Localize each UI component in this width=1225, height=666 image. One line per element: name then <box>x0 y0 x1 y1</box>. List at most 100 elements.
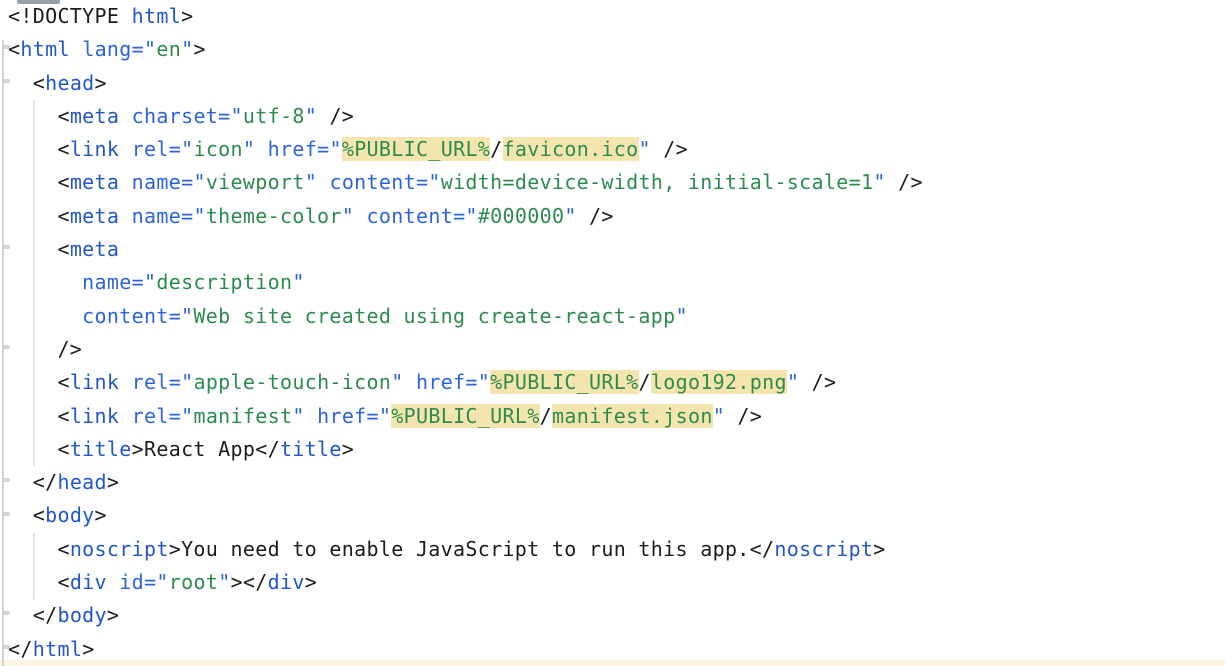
code-token: /> <box>651 137 688 161</box>
code-token: > <box>873 537 885 561</box>
code-token <box>119 170 131 194</box>
code-token: </ <box>8 470 57 494</box>
code-token: " <box>181 37 193 61</box>
code-token: manifest <box>193 404 292 428</box>
code-token: meta <box>70 104 119 128</box>
code-token <box>8 270 82 294</box>
code-token: ></ <box>231 570 268 594</box>
code-token: charset=" <box>132 104 243 128</box>
code-token: < <box>8 37 20 61</box>
code-token: / <box>540 404 552 428</box>
highlighted-token: %PUBLIC_URL% <box>342 137 490 161</box>
code-line[interactable]: </body> <box>8 599 1225 632</box>
code-token: > <box>95 71 107 95</box>
code-token: < <box>8 71 45 95</box>
code-line[interactable]: /> <box>8 333 1225 366</box>
code-token: /> <box>886 170 923 194</box>
code-token: </ <box>8 603 57 627</box>
code-token: #000000 <box>478 204 565 228</box>
code-token: title <box>280 437 342 461</box>
code-token: " <box>292 404 304 428</box>
code-line[interactable]: <link rel="apple-touch-icon" href="%PUBL… <box>8 366 1225 399</box>
code-token: " <box>243 137 255 161</box>
code-token: div <box>268 570 305 594</box>
code-token: name=" <box>132 170 206 194</box>
code-token: rel=" <box>132 404 194 428</box>
code-line[interactable]: <title>React App</title> <box>8 433 1225 466</box>
top-edge-ui-fragment <box>17 0 60 4</box>
code-line[interactable]: <noscript>You need to enable JavaScript … <box>8 533 1225 566</box>
code-token: href=" <box>416 370 490 394</box>
code-line[interactable]: <meta charset="utf-8" /> <box>8 100 1225 133</box>
code-token: content=" <box>82 304 193 328</box>
code-token: width=device-width, initial-scale=1 <box>441 170 874 194</box>
code-token: /> <box>725 404 762 428</box>
code-token: " <box>305 170 317 194</box>
code-token: id=" <box>119 570 168 594</box>
code-token: " <box>305 104 317 128</box>
code-token: meta <box>70 237 119 261</box>
code-line[interactable]: <head> <box>8 67 1225 100</box>
code-line[interactable]: <body> <box>8 499 1225 532</box>
code-token: > <box>95 503 107 527</box>
code-line[interactable]: <html lang="en"> <box>8 33 1225 66</box>
highlighted-token: logo192.png <box>651 370 787 394</box>
code-token: < <box>8 570 70 594</box>
code-token: " <box>218 570 230 594</box>
code-token: " <box>342 204 354 228</box>
code-token: href=" <box>317 404 391 428</box>
code-token: < <box>8 437 70 461</box>
code-token: > <box>193 37 205 61</box>
code-token: < <box>8 404 70 428</box>
code-token <box>119 404 131 428</box>
code-token: name=" <box>132 204 206 228</box>
code-token: <!DOCTYPE <box>8 4 132 28</box>
code-token: name=" <box>82 270 156 294</box>
code-token: > <box>181 4 193 28</box>
code-line[interactable]: <link rel="manifest" href="%PUBLIC_URL%/… <box>8 400 1225 433</box>
code-token: " <box>292 270 304 294</box>
highlighted-token: favicon.ico <box>503 137 639 161</box>
code-token: > <box>82 637 94 661</box>
code-token: viewport <box>206 170 305 194</box>
code-line[interactable]: content="Web site created using create-r… <box>8 300 1225 333</box>
code-token: > <box>107 603 119 627</box>
code-line[interactable]: <meta name="viewport" content="width=dev… <box>8 166 1225 199</box>
code-line[interactable]: </html> <box>8 633 1225 666</box>
code-token: html <box>132 4 181 28</box>
code-token: en <box>156 37 181 61</box>
code-token: < <box>8 170 70 194</box>
code-token: root <box>169 570 218 594</box>
code-token: /> <box>317 104 354 128</box>
code-token: " <box>676 304 688 328</box>
code-token: lang=" <box>82 37 156 61</box>
code-token: body <box>45 503 94 527</box>
code-line[interactable]: <!DOCTYPE html> <box>8 0 1225 33</box>
code-token: content=" <box>367 204 478 228</box>
code-token: < <box>8 237 70 261</box>
code-token: > <box>107 470 119 494</box>
code-token: link <box>70 404 119 428</box>
code-token <box>317 170 329 194</box>
code-token: " <box>873 170 885 194</box>
code-token: html <box>33 637 82 661</box>
code-area[interactable]: <!DOCTYPE html><html lang="en"> <head> <… <box>0 0 1225 666</box>
code-line[interactable]: <meta name="theme-color" content="#00000… <box>8 200 1225 233</box>
editor-surface[interactable]: <!DOCTYPE html><html lang="en"> <head> <… <box>0 0 1225 666</box>
code-line[interactable]: </head> <box>8 466 1225 499</box>
code-token: link <box>70 370 119 394</box>
code-token: Web site created using create-react-app <box>193 304 675 328</box>
code-line[interactable]: <link rel="icon" href="%PUBLIC_URL%/favi… <box>8 133 1225 166</box>
code-token: > <box>305 570 317 594</box>
code-token: /> <box>799 370 836 394</box>
code-token: /> <box>8 337 82 361</box>
code-token: > <box>342 437 354 461</box>
code-line[interactable]: name="description" <box>8 266 1225 299</box>
code-token: " <box>391 370 403 394</box>
code-token: >You need to enable JavaScript to run th… <box>169 537 775 561</box>
code-line[interactable]: <meta <box>8 233 1225 266</box>
code-token: title <box>70 437 132 461</box>
code-line[interactable]: <div id="root"></div> <box>8 566 1225 599</box>
code-token: noscript <box>774 537 873 561</box>
code-token: icon <box>193 137 242 161</box>
